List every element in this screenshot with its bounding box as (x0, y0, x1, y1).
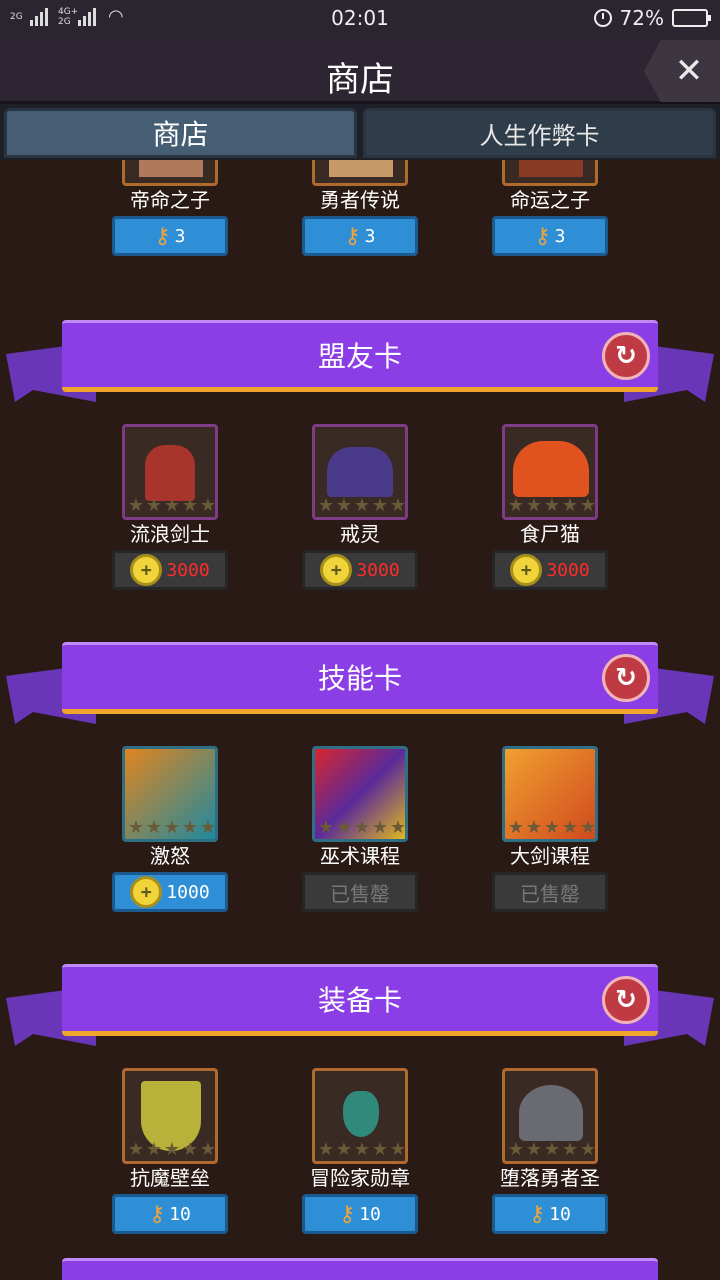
item-name: 堕落勇者圣 (500, 1166, 600, 1190)
price-value: 已售罄 (330, 881, 390, 906)
ally-item-row: ★ ★ ★ ★ ★ 流浪剑士 +3000 ★ ★ ★ ★ ★ 戒灵 +3000 ★ ★ ★ ★ ★ 食尸… (0, 424, 720, 590)
item-portrait: ★ ★ ★ ★ ★ (122, 746, 218, 842)
section-banner-equipment: 装备卡 ↻ (0, 964, 720, 1050)
refresh-icon: ↻ (615, 985, 637, 1015)
key-icon: ⚷ (534, 223, 551, 249)
section-title: 技能卡 (62, 642, 658, 714)
key-icon: ⚷ (344, 223, 361, 249)
price-button[interactable]: ⚷ 3 (112, 216, 228, 256)
item-name: 流浪剑士 (130, 522, 210, 546)
item-portrait: ★ ★ ★ ★ ★ (502, 424, 598, 520)
top-item-row: 帝命之子 ⚷ 3 勇者传说 ⚷ 3 命运之子 ⚷ 3 (0, 160, 720, 270)
price-value: 已售罄 (520, 881, 580, 906)
price-button[interactable]: ⚷ 3 (302, 216, 418, 256)
price-button[interactable]: ⚷ 10 (492, 1194, 608, 1234)
price-button[interactable]: +1000 (112, 872, 228, 912)
section-banner-skills: 技能卡 ↻ (0, 642, 720, 728)
price-button[interactable]: ⚷ 10 (112, 1194, 228, 1234)
section-band (62, 1258, 658, 1280)
item-portrait: ★ ★ ★ ★ ★ (122, 424, 218, 520)
rarity-stars: ★ ★ ★ ★ ★ (507, 817, 597, 838)
price-button[interactable]: +3000 (112, 550, 228, 590)
key-icon: ⚷ (339, 1201, 356, 1227)
item-name: 帝命之子 (130, 188, 210, 212)
item-portrait: ★ ★ ★ ★ ★ (312, 746, 408, 842)
item-portrait: ★ ★ ★ ★ ★ (122, 1068, 218, 1164)
section-banner-allies: 盟友卡 ↻ (0, 320, 720, 406)
rarity-stars: ★ ★ ★ ★ ★ (127, 495, 217, 516)
price-button[interactable]: ⚷ 3 (492, 216, 608, 256)
shop-content[interactable]: 帝命之子 ⚷ 3 勇者传说 ⚷ 3 命运之子 ⚷ 3 盟友卡 ↻ ★ ★ ★ ★ ★ 流浪剑士… (0, 160, 720, 1280)
price-button[interactable]: +3000 (302, 550, 418, 590)
rarity-stars: ★ ★ ★ ★ ★ (317, 495, 407, 516)
tab-shop[interactable]: 商店 (4, 108, 357, 158)
price-value: 1000 (166, 881, 210, 903)
status-right: 72% (593, 6, 711, 30)
rarity-stars: ★ ★ ★ ★ ★ (317, 817, 407, 838)
sold-out-button: 已售罄 (492, 872, 608, 912)
equipment-item-row: ★ ★ ★ ★ ★ 抗魔壁垒 ⚷ 10 ★ ★ ★ ★ ★ 冒险家勋章 ⚷ 10 ★ ★ ★ ★ ★ 堕落勇… (0, 1068, 720, 1234)
price-value: 3 (554, 225, 566, 247)
item-portrait (502, 160, 598, 186)
item-name: 食尸猫 (520, 522, 580, 546)
title-bar: 商店 ✕ (0, 38, 720, 104)
item-portrait: ★ ★ ★ ★ ★ (502, 746, 598, 842)
refresh-button[interactable]: ↻ (602, 332, 650, 380)
battery-percent: 72% (619, 6, 664, 30)
section-title: 装备卡 (62, 964, 658, 1036)
price-button[interactable]: ⚷ 10 (302, 1194, 418, 1234)
refresh-icon: ↻ (615, 663, 637, 693)
rarity-stars: ★ ★ ★ ★ ★ (127, 817, 217, 838)
item-name: 激怒 (150, 844, 190, 868)
price-value: 10 (549, 1203, 571, 1225)
refresh-button[interactable]: ↻ (602, 654, 650, 702)
price-value: 10 (169, 1203, 191, 1225)
item-name: 命运之子 (510, 188, 590, 212)
alarm-icon (593, 9, 612, 27)
coin-icon: + (320, 554, 353, 586)
item-name: 大剑课程 (510, 844, 590, 868)
item-portrait (312, 160, 408, 186)
price-button[interactable]: +3000 (492, 550, 608, 590)
rarity-stars: ★ ★ ★ ★ ★ (127, 1139, 217, 1160)
rarity-stars: ★ ★ ★ ★ ★ (507, 495, 597, 516)
price-value: 3 (174, 225, 186, 247)
rarity-stars: ★ ★ ★ ★ ★ (317, 1139, 407, 1160)
price-value: 3 (364, 225, 376, 247)
rarity-stars: ★ ★ ★ ★ ★ (507, 1139, 597, 1160)
price-value: 10 (359, 1203, 381, 1225)
refresh-icon: ↻ (615, 341, 637, 371)
sold-out-button: 已售罄 (302, 872, 418, 912)
item-portrait: ★ ★ ★ ★ ★ (502, 1068, 598, 1164)
section-banner-next (0, 1258, 720, 1280)
item-name: 戒灵 (340, 522, 380, 546)
price-value: 3000 (546, 559, 590, 581)
skill-item-row: ★ ★ ★ ★ ★ 激怒 +1000 ★ ★ ★ ★ ★ 巫术课程 已售罄 ★ ★ ★ ★ ★ 大剑课程… (0, 746, 720, 912)
item-portrait: ★ ★ ★ ★ ★ (312, 1068, 408, 1164)
item-name: 巫术课程 (320, 844, 400, 868)
coin-icon: + (130, 554, 163, 586)
item-name: 冒险家勋章 (310, 1166, 410, 1190)
section-title: 盟友卡 (62, 320, 658, 392)
status-bar: 2G 4G+ 2G ◠ 02:01 72% (0, 0, 720, 38)
item-portrait (122, 160, 218, 186)
coin-icon: + (510, 554, 543, 586)
coin-icon: + (130, 876, 163, 908)
item-name: 抗魔壁垒 (130, 1166, 210, 1190)
item-portrait: ★ ★ ★ ★ ★ (312, 424, 408, 520)
key-icon: ⚷ (149, 1201, 166, 1227)
tab-cheat-cards[interactable]: 人生作弊卡 (363, 108, 716, 158)
price-value: 3000 (166, 559, 210, 581)
price-value: 3000 (356, 559, 400, 581)
page-title: 商店 (326, 60, 394, 100)
item-name: 勇者传说 (320, 188, 400, 212)
key-icon: ⚷ (154, 223, 171, 249)
key-icon: ⚷ (529, 1201, 546, 1227)
battery-icon (672, 9, 711, 27)
refresh-button[interactable]: ↻ (602, 976, 650, 1024)
tab-bar: 商店 人生作弊卡 (0, 104, 720, 160)
